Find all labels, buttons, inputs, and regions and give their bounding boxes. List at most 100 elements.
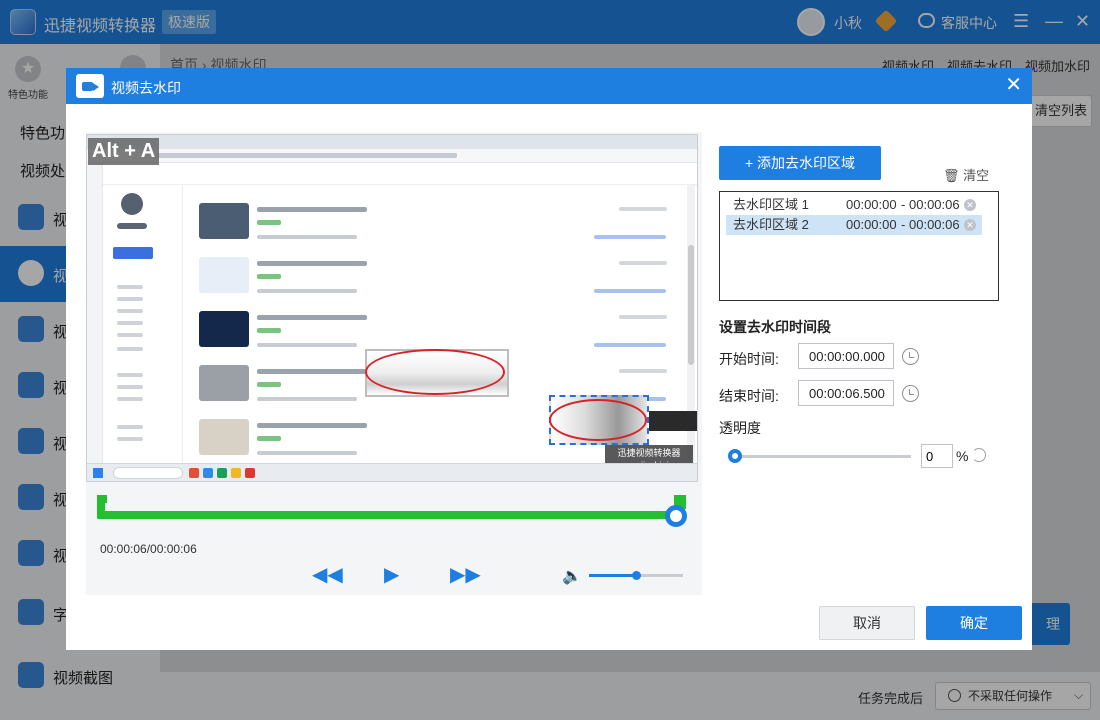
timeline-playhead[interactable]: [665, 505, 687, 527]
region-end: 00:00:06: [909, 197, 960, 212]
preview-thumbnail: [199, 203, 249, 239]
preview-avatar: [121, 193, 143, 215]
preview-date: [619, 369, 667, 373]
preview-nav-line: [117, 285, 143, 289]
video-camera-icon: [76, 74, 104, 98]
preview-line: [257, 343, 357, 347]
preview-nav-line: [117, 425, 143, 429]
preview-line: [257, 289, 357, 293]
preview-line: [257, 397, 357, 401]
region-start: 00:00:00: [846, 217, 897, 232]
preview-thumbnail: [199, 365, 249, 401]
reset-opacity-icon[interactable]: [972, 448, 986, 462]
play-icon[interactable]: ▶: [384, 565, 399, 585]
watermark-region-2-highlight: [549, 399, 647, 441]
watermark-removal-dialog: 视频去水印 ✕ 迅捷视频转换器 Alt + A 00:00:06/00:00:0…: [66, 68, 1032, 650]
region-end: 00:00:06: [909, 217, 960, 232]
preview-line: [257, 315, 367, 320]
preview-actions: [594, 289, 666, 293]
preview-nav-line: [117, 297, 143, 301]
preview-actions: [594, 343, 666, 347]
preview-tag: [257, 274, 281, 279]
preview-article-row: [199, 203, 669, 253]
taskbar-app-icon: [189, 468, 199, 478]
preview-thumbnail: [199, 311, 249, 347]
preview-thumbnail: [199, 419, 249, 455]
reset-start-time-icon[interactable]: [902, 348, 919, 365]
fast-forward-icon[interactable]: ▶▶: [450, 565, 481, 585]
preview-line: [257, 423, 367, 428]
preview-nav-line: [117, 333, 143, 337]
clear-regions-button[interactable]: 🗑 清空: [943, 165, 989, 184]
preview-line: [257, 235, 357, 239]
delete-region-icon[interactable]: ✕: [964, 199, 976, 211]
dialog-title: 视频去水印: [111, 80, 181, 96]
preview-side-rail: [87, 163, 103, 463]
preview-url: [157, 153, 457, 158]
start-time-input[interactable]: [798, 343, 894, 369]
preview-nav-line: [117, 321, 143, 325]
playback-time: 00:00:06/00:00:06: [100, 542, 197, 556]
opacity-knob[interactable]: [728, 449, 742, 463]
preview-nav-line: [117, 437, 143, 441]
preview-tag: [257, 328, 281, 333]
opacity-slider[interactable]: [732, 455, 911, 458]
region-name: 去水印区域 1: [733, 197, 809, 212]
preview-tag: [257, 220, 281, 225]
preview-tag: [257, 382, 281, 387]
region-row[interactable]: 去水印区域 1 00:00:00 - 00:00:06 ✕: [726, 195, 982, 215]
dialog-header: 视频去水印 ✕: [66, 68, 1032, 104]
opacity-unit: %: [956, 448, 969, 464]
region-name: 去水印区域 2: [733, 217, 809, 232]
preview-article-row: [199, 257, 669, 307]
region-dash: -: [901, 197, 906, 212]
confirm-button[interactable]: 确定: [926, 606, 1022, 640]
watermark-region-1-highlight: [365, 349, 505, 395]
region-row-selected[interactable]: 去水印区域 2 00:00:00 - 00:00:06 ✕: [726, 215, 982, 235]
preview-nav-line: [117, 397, 143, 401]
preview-line: [257, 261, 367, 266]
volume-knob[interactable]: [632, 571, 641, 580]
preview-page-header: [87, 163, 697, 185]
opacity-input[interactable]: [921, 444, 953, 468]
shortcut-badge: Alt + A: [88, 138, 160, 165]
region-start: 00:00:00: [846, 197, 897, 212]
delete-region-icon[interactable]: ✕: [964, 219, 976, 231]
preview-actions: [594, 235, 666, 239]
preview-date: [619, 315, 667, 319]
windows-icon: [93, 468, 103, 478]
timeline-track[interactable]: [105, 511, 675, 519]
region-dash: -: [901, 217, 906, 232]
start-time-label: 开始时间:: [719, 351, 779, 367]
volume-fill: [589, 574, 635, 577]
preview-tag: [257, 436, 281, 441]
end-time-input[interactable]: [798, 380, 894, 406]
time-section-title: 设置去水印时间段: [719, 319, 831, 335]
preview-thumbnail: [199, 257, 249, 293]
cancel-button[interactable]: 取消: [819, 606, 915, 640]
preview-nav-line: [117, 309, 143, 313]
video-preview[interactable]: 迅捷视频转换器 www.xunjieshipin.com: [86, 134, 698, 482]
add-watermark-region-button[interactable]: + 添加去水印区域: [719, 146, 881, 180]
preview-nav-line: [117, 385, 143, 389]
dialog-close-icon[interactable]: ✕: [1005, 74, 1022, 96]
preview-date: [619, 207, 667, 211]
taskbar-app-icon: [245, 468, 255, 478]
taskbar-app-icon: [217, 468, 227, 478]
preview-pill: [117, 223, 147, 229]
rewind-icon[interactable]: ◀◀: [312, 565, 343, 585]
taskbar-app-icon: [231, 468, 241, 478]
preview-line: [257, 369, 367, 374]
watermark-region-list: 去水印区域 1 00:00:00 - 00:00:06 ✕ 去水印区域 2 00…: [719, 191, 999, 301]
preview-line: [257, 451, 357, 455]
taskbar-app-icon: [203, 468, 213, 478]
preview-search: [113, 467, 183, 479]
opacity-label: 透明度: [719, 420, 761, 436]
preview-nav-line: [117, 373, 143, 377]
preview-scroll-thumb: [688, 245, 694, 365]
preview-browser-tabs: [87, 135, 697, 149]
volume-icon[interactable]: 🔈: [562, 566, 582, 586]
reset-end-time-icon[interactable]: [902, 385, 919, 402]
end-time-label: 结束时间:: [719, 388, 779, 404]
preview-nav-button: [113, 247, 153, 259]
